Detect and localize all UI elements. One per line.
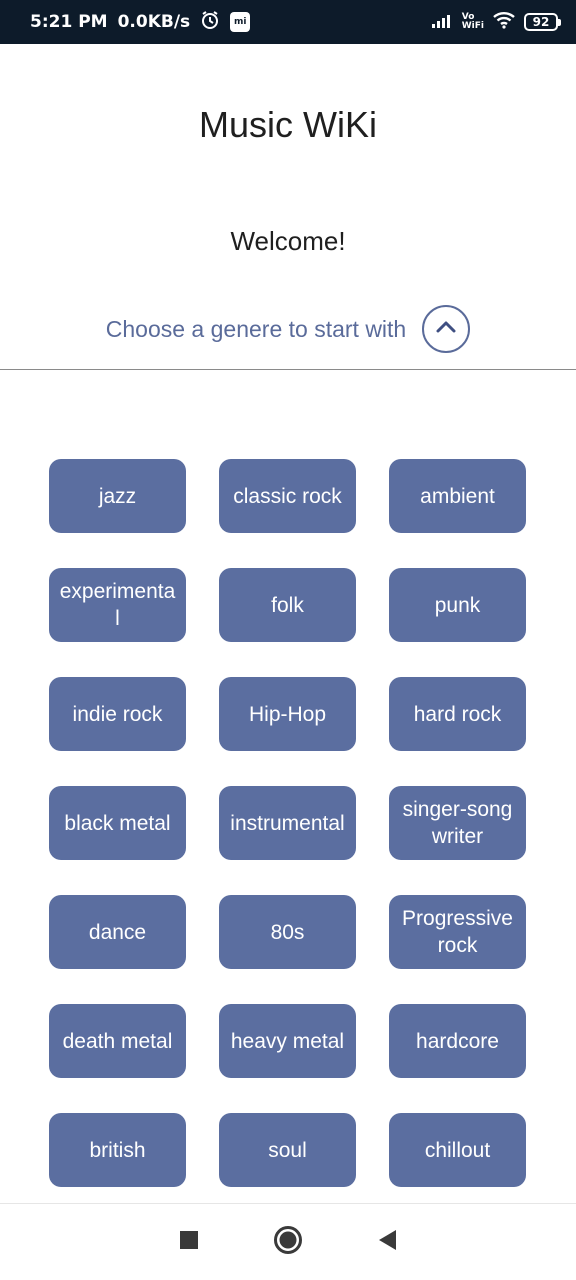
genre-chip[interactable]: Hip-Hop	[219, 677, 356, 751]
genre-chip[interactable]: folk	[219, 568, 356, 642]
signal-icon	[431, 12, 454, 33]
alarm-icon	[200, 10, 220, 35]
home-button[interactable]	[268, 1222, 308, 1262]
wifi-icon	[492, 11, 516, 34]
genre-chip[interactable]: classic rock	[219, 459, 356, 533]
genre-list[interactable]: vocalists rock jazz classic rock ambient…	[0, 434, 576, 1202]
vowifi-bottom: WiFi	[461, 21, 484, 31]
battery-icon: 92	[524, 13, 561, 31]
recents-square-icon	[179, 1230, 199, 1255]
genre-chip[interactable]: heavy metal	[219, 1004, 356, 1078]
genre-chip[interactable]: ambient	[389, 459, 526, 533]
mi-label: mi	[233, 17, 247, 27]
welcome-text: Welcome!	[230, 226, 346, 256]
genre-chip[interactable]: hard rock	[389, 677, 526, 751]
genre-chip[interactable]: hardcore	[389, 1004, 526, 1078]
chevron-up-icon	[435, 320, 457, 339]
status-left: 5:21 PM 0.0KB/s mi	[30, 10, 432, 35]
header-divider	[0, 369, 576, 370]
genre-chip[interactable]: jazz	[49, 459, 186, 533]
page-title: Music WiKi	[199, 104, 377, 145]
genre-chip[interactable]: chillout	[389, 1113, 526, 1187]
vowifi-indicator: Vo WiFi	[462, 13, 484, 31]
collapse-genres-button[interactable]	[422, 305, 471, 353]
status-bar: 5:21 PM 0.0KB/s mi Vo WiFi 92	[0, 0, 576, 44]
genre-chip[interactable]: singer-songwriter	[389, 786, 526, 860]
back-triangle-icon	[377, 1229, 397, 1256]
genre-chip[interactable]: death metal	[49, 1004, 186, 1078]
genre-chip[interactable]: soul	[219, 1113, 356, 1187]
home-circle-icon	[273, 1225, 303, 1260]
network-speed: 0.0KB/s	[117, 12, 191, 32]
status-time: 5:21 PM	[30, 12, 108, 32]
genre-chip[interactable]: black metal	[49, 786, 186, 860]
status-right: Vo WiFi 92	[431, 11, 561, 34]
genre-chip[interactable]: 80s	[219, 895, 356, 969]
genre-chip[interactable]: indie rock	[49, 677, 186, 751]
genre-chip[interactable]: experimental	[49, 568, 186, 642]
genre-chip[interactable]: Progressive rock	[389, 895, 526, 969]
genre-chip[interactable]: dance	[49, 895, 186, 969]
genre-chip[interactable]: punk	[389, 568, 526, 642]
genre-grid: vocalists rock jazz classic rock ambient…	[49, 434, 526, 1187]
recents-button[interactable]	[169, 1222, 209, 1262]
genre-prompt-row: Choose a genere to start with	[0, 304, 576, 354]
system-nav-bar	[0, 1203, 576, 1280]
genre-chip[interactable]: british	[49, 1113, 186, 1187]
genre-prompt-text: Choose a genere to start with	[105, 315, 407, 342]
genre-chip[interactable]: instrumental	[219, 786, 356, 860]
battery-level: 92	[532, 15, 550, 29]
back-button[interactable]	[367, 1222, 407, 1262]
mi-notification-icon: mi	[230, 12, 251, 32]
